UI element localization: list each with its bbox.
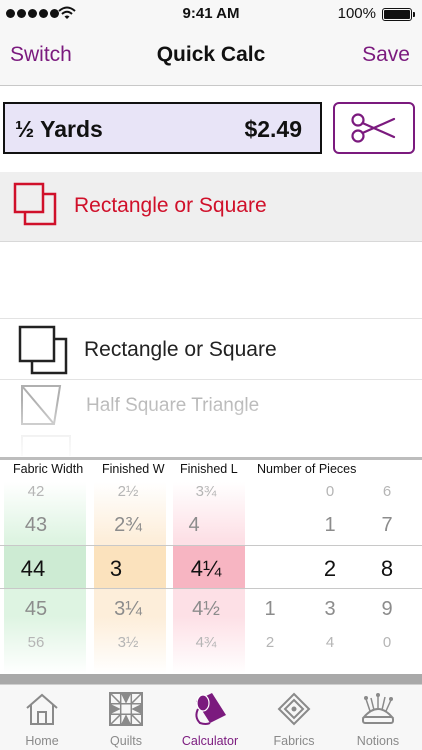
- calc-picker[interactable]: 42 43 44 45 56 2½ 2¾ 3 3¼ 3½ 3¾ 4 4¼ 4½ …: [0, 482, 422, 674]
- fabric-width-row[interactable]: 45: [8, 598, 64, 621]
- header-finished-w: Finished W: [102, 462, 165, 476]
- finished-l-row[interactable]: 3¾: [176, 483, 236, 500]
- selected-shape-label: Rectangle or Square: [74, 194, 267, 217]
- pieces-hundreds-row[interactable]: 2: [258, 634, 282, 651]
- tab-label: Calculator: [181, 734, 239, 748]
- pieces-ones-selected[interactable]: 8: [375, 556, 399, 582]
- header-finished-l: Finished L: [180, 462, 238, 476]
- shape-option-rectangle[interactable]: Rectangle or Square: [0, 320, 422, 380]
- result-price: $2.49: [244, 116, 302, 142]
- tab-label: Home: [25, 734, 59, 748]
- pieces-tens-selected[interactable]: 2: [318, 556, 342, 582]
- save-button[interactable]: Save: [362, 43, 410, 67]
- pincushion-icon: [361, 693, 395, 724]
- half-square-triangle-icon: [21, 385, 62, 425]
- fabric-bolt-icon: [195, 693, 226, 725]
- pieces-ones-row[interactable]: 7: [375, 514, 399, 537]
- finished-l-row[interactable]: 4¾: [176, 634, 236, 651]
- result-display: ½ Yards $2.49: [3, 102, 322, 154]
- fabric-width-row[interactable]: 42: [8, 483, 64, 500]
- battery-icon: [382, 8, 415, 21]
- fabric-diamond-icon: [277, 692, 311, 726]
- finished-w-row[interactable]: 2¾: [98, 514, 158, 537]
- nav-bar: Switch Quick Calc Save: [0, 28, 422, 86]
- shape-option-partial: [20, 432, 80, 456]
- blank-area: [0, 243, 422, 319]
- selected-shape[interactable]: Rectangle or Square: [0, 172, 422, 242]
- tab-quilts[interactable]: Quilts: [84, 685, 168, 750]
- header-fabric-width: Fabric Width: [13, 462, 84, 476]
- pieces-hundreds-row[interactable]: 1: [258, 598, 282, 621]
- cut-button[interactable]: [333, 102, 415, 154]
- pieces-ones-row[interactable]: 9: [375, 598, 399, 621]
- tab-label: Fabrics: [273, 734, 315, 748]
- pieces-ones-row[interactable]: 0: [375, 634, 399, 651]
- result-yards-label: ½ Yards: [15, 116, 103, 142]
- pieces-tens-row[interactable]: 4: [318, 634, 342, 651]
- picker-headers: Fabric Width Finished W Finished L Numbe…: [0, 460, 422, 482]
- pieces-tens-row[interactable]: 3: [318, 598, 342, 621]
- rectangle-square-icon: [18, 325, 68, 375]
- finished-w-row[interactable]: 3½: [98, 634, 158, 651]
- tab-home[interactable]: Home: [0, 685, 84, 750]
- pieces-tens-row[interactable]: 0: [318, 483, 342, 500]
- pieces-tens-row[interactable]: 1: [318, 514, 342, 537]
- fabric-width-selected[interactable]: 44: [8, 556, 58, 582]
- rectangle-square-icon: [13, 182, 57, 226]
- tab-calculator[interactable]: Calculator: [168, 685, 252, 750]
- fabric-width-row[interactable]: 43: [8, 514, 64, 537]
- scissors-icon: [351, 113, 396, 143]
- status-bar: 9:41 AM 100%: [0, 0, 422, 28]
- tab-label: Notions: [356, 734, 400, 748]
- tab-fabrics[interactable]: Fabrics: [252, 685, 336, 750]
- switch-button[interactable]: Switch: [10, 43, 72, 67]
- header-number-of-pieces: Number of Pieces: [257, 462, 357, 476]
- finished-l-row[interactable]: 4½: [176, 598, 236, 621]
- picker-bottom-border: [0, 674, 422, 684]
- tab-label: Quilts: [110, 734, 142, 748]
- battery-percent: 100%: [337, 5, 376, 22]
- tab-bar: Home Quilts Calculator Fabrics Notions: [0, 684, 422, 750]
- finished-w-row[interactable]: 2½: [98, 483, 158, 500]
- fabric-width-row[interactable]: 56: [8, 634, 64, 651]
- home-icon: [26, 693, 58, 725]
- finished-w-row[interactable]: 3¼: [98, 598, 158, 621]
- finished-w-selected[interactable]: 3: [98, 556, 134, 582]
- finished-l-row[interactable]: 4: [176, 514, 212, 537]
- pieces-ones-row[interactable]: 6: [375, 483, 399, 500]
- shape-option-label: Half Square Triangle: [86, 395, 260, 416]
- quilt-block-icon: [109, 692, 143, 726]
- finished-l-selected[interactable]: 4¼: [176, 556, 236, 582]
- shape-option-label: Rectangle or Square: [84, 338, 277, 361]
- tab-notions[interactable]: Notions: [336, 685, 420, 750]
- shape-option-half-square-triangle[interactable]: Half Square Triangle: [0, 381, 422, 433]
